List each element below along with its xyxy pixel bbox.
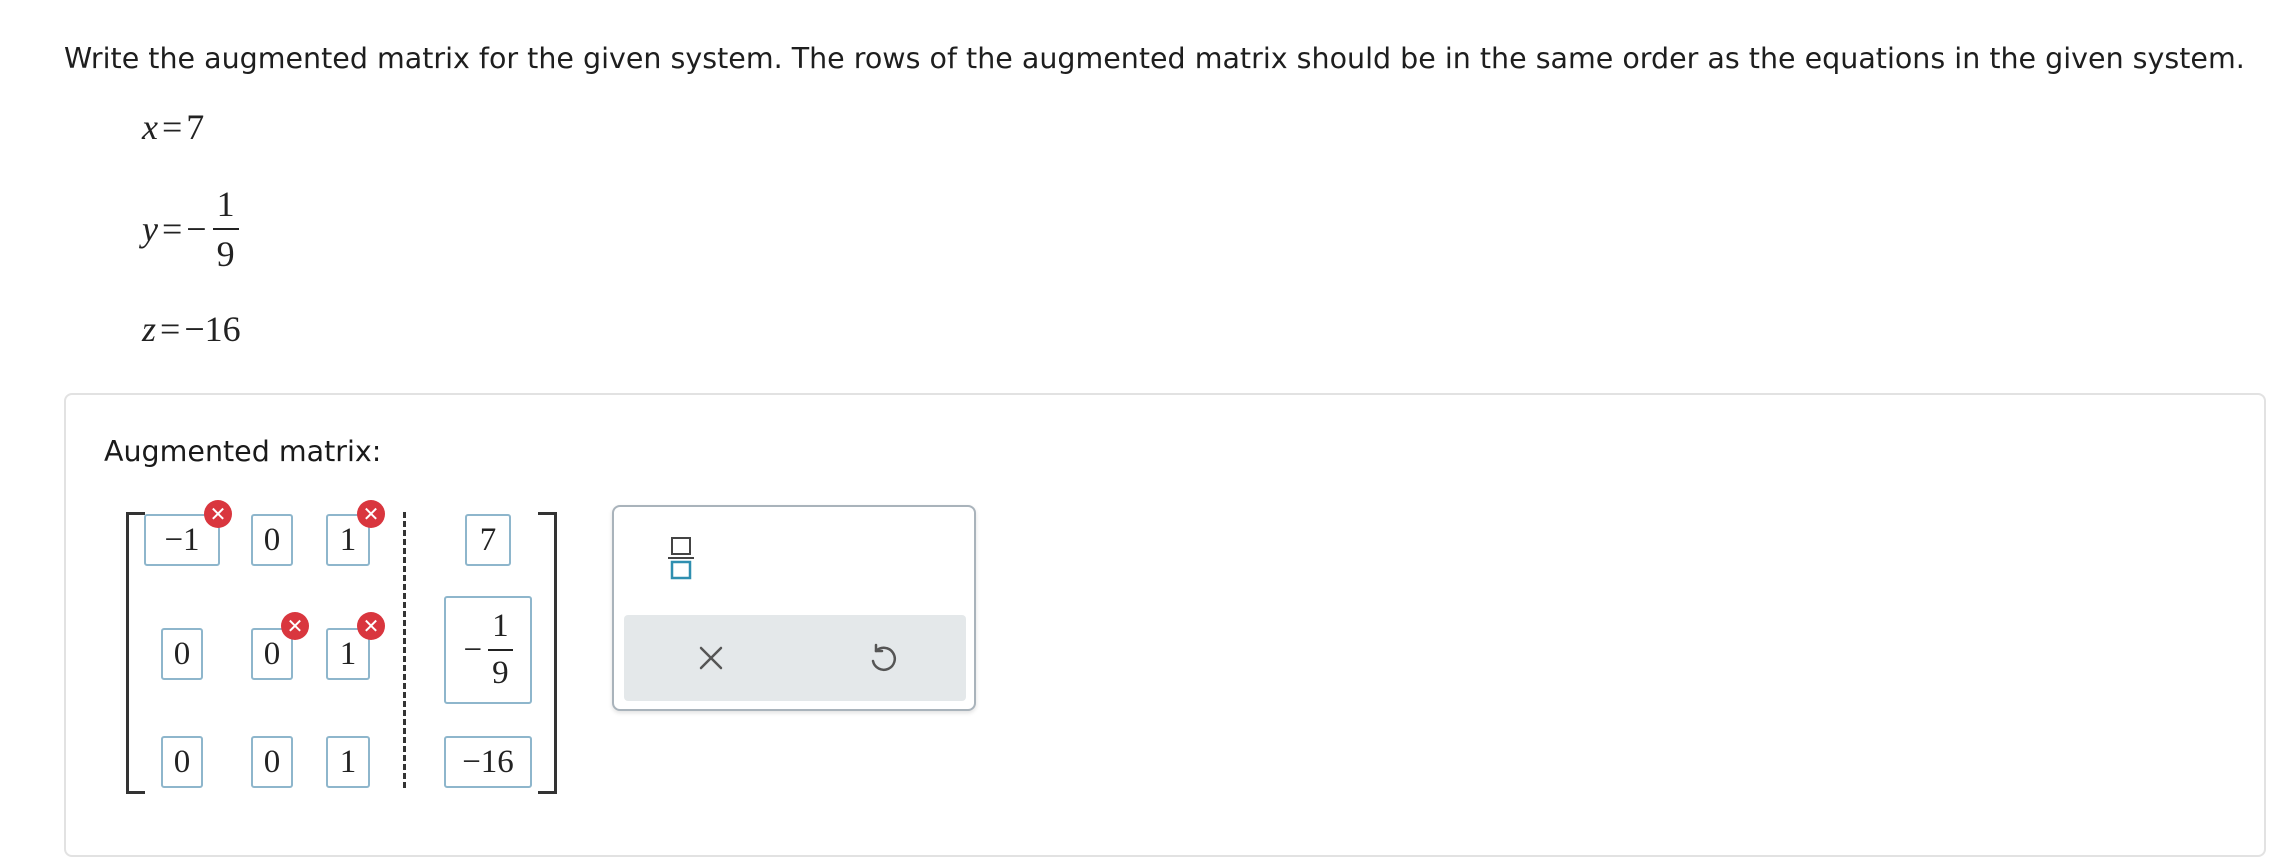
equation-2: y = − 1 9 — [142, 186, 239, 272]
equation-1: x = 7 — [142, 106, 204, 148]
undo-button[interactable] — [860, 635, 906, 681]
cell-value: 1 — [339, 521, 357, 558]
equation-3: z = −16 — [142, 308, 241, 350]
cell-value: −1 — [164, 521, 200, 558]
fraction: 1 9 — [488, 610, 513, 690]
cell-value: 0 — [173, 743, 191, 780]
matrix-cell-r3-c1[interactable]: 0 — [161, 736, 203, 788]
equation-3-variable: z — [142, 309, 157, 349]
question-prompt: Write the augmented matrix for the given… — [64, 42, 2245, 75]
matrix-cell-r2-c1[interactable]: 0 — [161, 628, 203, 680]
undo-icon — [871, 643, 897, 671]
fraction-icon — [668, 537, 694, 580]
cell-value: 7 — [479, 521, 497, 558]
matrix-cell-r3-c2[interactable]: 0 — [251, 736, 293, 788]
cell-value: −16 — [462, 743, 514, 780]
cell-value: 0 — [173, 635, 191, 672]
equals-sign: = — [161, 107, 183, 147]
error-icon: ✕ — [281, 612, 309, 640]
cell-value: 1 — [339, 743, 357, 780]
fraction-denominator: 9 — [216, 234, 235, 274]
answer-panel — [64, 393, 2266, 857]
fraction-numerator: 1 — [216, 184, 235, 224]
matrix-cell-r1-c2[interactable]: 0 — [251, 514, 293, 566]
toolbox-action-bar — [624, 615, 966, 701]
error-icon: ✕ — [357, 500, 385, 528]
matrix-cell-r3-c3[interactable]: 1 — [326, 736, 370, 788]
fraction-denominator: 9 — [492, 655, 509, 691]
equals-sign: = — [161, 209, 183, 249]
math-toolbox — [612, 505, 976, 711]
equation-1-value: 7 — [186, 107, 205, 147]
matrix-right-bracket — [538, 512, 557, 794]
minus-sign: − — [186, 209, 207, 249]
error-icon: ✕ — [204, 500, 232, 528]
fraction-numerator: 1 — [492, 608, 509, 644]
equation-3-value: −16 — [184, 309, 241, 349]
matrix-cell-r2-rhs[interactable]: − 1 9 — [444, 596, 532, 704]
equation-1-variable: x — [142, 107, 158, 147]
minus-sign: − — [463, 631, 483, 668]
cell-value: 0 — [263, 521, 281, 558]
equation-2-variable: y — [142, 209, 158, 249]
cell-value: 0 — [263, 635, 281, 672]
matrix-cell-r1-rhs[interactable]: 7 — [465, 514, 511, 566]
answer-label: Augmented matrix: — [104, 435, 382, 468]
clear-icon — [699, 646, 723, 670]
clear-button[interactable] — [688, 635, 734, 681]
matrix-left-bracket — [126, 512, 145, 794]
matrix-cell-r3-rhs[interactable]: −16 — [444, 736, 532, 788]
fraction-tool-button[interactable] — [666, 535, 696, 585]
augmented-divider — [403, 512, 406, 788]
equals-sign: = — [160, 309, 181, 349]
cell-value: 1 — [339, 635, 357, 672]
cell-value: 0 — [263, 743, 281, 780]
fraction: 1 9 — [212, 184, 239, 274]
error-icon: ✕ — [357, 612, 385, 640]
